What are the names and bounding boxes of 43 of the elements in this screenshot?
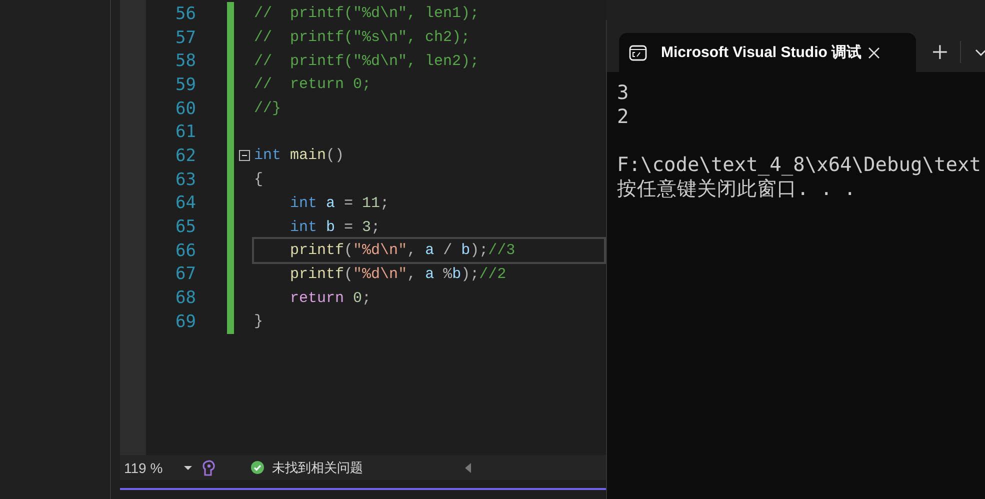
plus-icon[interactable] — [933, 45, 948, 59]
console-message-line: F:\code\text_4_8\x64\Debug\text — [617, 153, 981, 176]
check-circle-icon — [251, 461, 264, 474]
console-message-line: 按任意键关闭此窗口. . . — [617, 177, 856, 200]
console-tab[interactable]: Microsoft Visual Studio 调试 — [619, 33, 916, 72]
line-number: 57 — [174, 28, 196, 48]
line-number: 67 — [174, 264, 196, 284]
line-number: 63 — [174, 170, 196, 190]
chevron-down-icon[interactable] — [975, 49, 985, 56]
scroll-left-icon[interactable] — [465, 462, 471, 472]
code-line: // return 0; — [254, 76, 372, 94]
close-icon[interactable] — [868, 46, 880, 58]
line-number: 60 — [174, 98, 196, 119]
code-line: printf("%d\n", a / b);//3 — [289, 242, 516, 260]
code-line: return 0; — [289, 290, 372, 307]
line-number: 61 — [174, 122, 196, 142]
line-number: 69 — [174, 312, 196, 332]
line-number: 56 — [174, 4, 196, 24]
code-line: } — [254, 313, 264, 330]
terminal-icon — [629, 44, 647, 60]
code-line: //} — [254, 100, 282, 118]
code-line: printf("%d\n", a %b);//2 — [289, 266, 506, 283]
line-number: 68 — [174, 288, 196, 308]
line-number: 65 — [174, 217, 196, 238]
code-line: { — [254, 171, 264, 188]
line-number: 62 — [174, 146, 196, 166]
code-line: int b = 3; — [289, 218, 380, 236]
console-output-line: 3 — [617, 81, 629, 104]
tab-title: Microsoft Visual Studio 调试 — [661, 43, 862, 62]
code-line: // printf("%d\n", len1); — [254, 5, 480, 22]
line-number: 58 — [174, 51, 196, 72]
code-line: int a = 11; — [289, 194, 390, 212]
code-line: // printf("%s\n", ch2); — [254, 29, 470, 46]
code-line: int main() — [254, 147, 344, 164]
caret-icon — [184, 466, 192, 470]
issues-status: 未找到相关问题 — [272, 458, 363, 476]
collapse-icon[interactable] — [238, 150, 250, 162]
code-line: // printf("%d\n", len2); — [254, 52, 480, 70]
line-number: 64 — [174, 193, 196, 214]
line-number: 66 — [174, 240, 196, 261]
zoom-dropdown[interactable]: 119 % — [120, 460, 180, 476]
line-number: 59 — [174, 74, 196, 95]
console-output-line: 2 — [617, 105, 629, 128]
